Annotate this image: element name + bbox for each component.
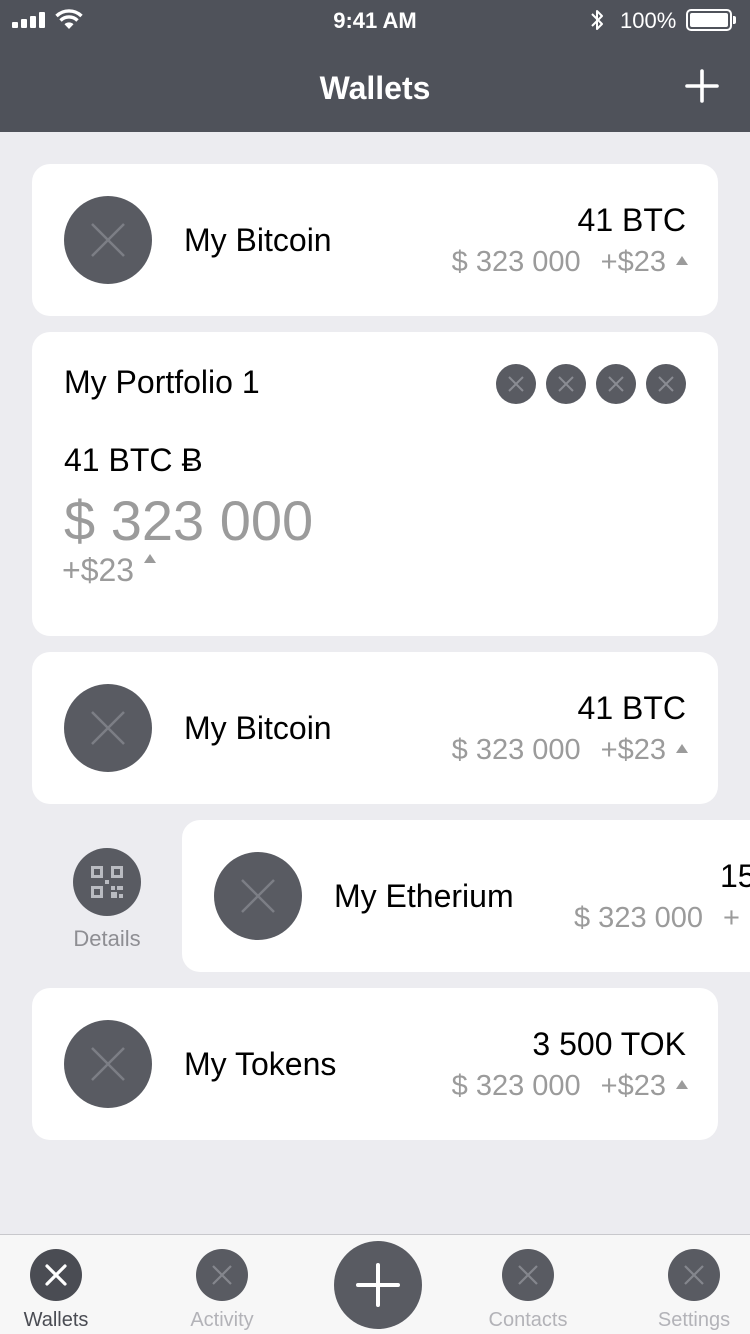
wallet-card-swiped[interactable]: My Etherium 15 $ 323 000 + (182, 820, 750, 972)
tab-contacts[interactable]: Contacts (478, 1249, 578, 1332)
wallet-card[interactable]: My Bitcoin 41 BTC $ 323 000 +$23 (32, 652, 718, 804)
asset-icon (546, 364, 586, 404)
tab-label: Contacts (488, 1309, 568, 1331)
tab-settings[interactable]: Settings (644, 1249, 744, 1332)
tab-bar: Wallets Activity Contacts Settings (0, 1234, 750, 1334)
portfolio-card[interactable]: My Portfolio 1 41 BTC Ƀ $ 323 000 +$23 (32, 332, 718, 636)
qr-code-icon[interactable] (73, 848, 141, 916)
tab-wallets[interactable]: Wallets (6, 1249, 106, 1332)
trend-up-icon (676, 1079, 688, 1089)
wallet-fiat-row: $ 323 000 +$23 (452, 246, 688, 279)
battery-percent: 100% (620, 8, 677, 33)
portfolio-fiat-total: $ 323 000 (64, 489, 314, 552)
asset-icon (646, 364, 686, 404)
wallets-tab-icon (30, 1249, 82, 1301)
wallet-change: + (723, 902, 740, 934)
wallet-name: My Tokens (184, 1046, 337, 1082)
activity-tab-icon (196, 1249, 248, 1301)
settings-tab-icon (668, 1249, 720, 1301)
wallet-name: My Bitcoin (184, 222, 332, 258)
wallet-fiat-value: $ 323 000 (574, 902, 704, 934)
wallet-amount: 15 (720, 858, 750, 894)
plus-icon (356, 1263, 400, 1307)
trend-up-icon (144, 554, 157, 564)
tab-label: Settings (657, 1309, 731, 1331)
plus-icon (685, 69, 719, 103)
wallet-change: +$23 (600, 246, 666, 278)
add-wallet-button[interactable] (684, 68, 720, 104)
wallet-card[interactable]: My Tokens 3 500 TOK $ 323 000 +$23 (32, 988, 718, 1140)
wallet-fiat-row: $ 323 000 +$23 (452, 1070, 688, 1103)
wallet-fiat-value: $ 323 000 (451, 734, 581, 766)
asset-icon (496, 364, 536, 404)
wallet-fiat-row: $ 323 000 +$23 (452, 734, 688, 767)
details-label: Details (73, 926, 141, 951)
status-bar: 9:41 AM 100% (0, 0, 750, 40)
navigation-bar: 9:41 AM 100% Wallets (0, 0, 750, 132)
wallet-name: My Etherium (334, 878, 514, 914)
wallet-amount: 41 BTC (577, 202, 686, 238)
wallet-change: +$23 (600, 1070, 666, 1102)
wallet-card[interactable]: My Bitcoin 41 BTC $ 323 000 +$23 (32, 164, 718, 316)
wallet-icon (64, 1020, 152, 1108)
contacts-tab-icon (502, 1249, 554, 1301)
wallet-amount: 3 500 TOK (532, 1026, 686, 1062)
portfolio-change: +$23 (62, 552, 135, 588)
wallet-icon (214, 852, 302, 940)
portfolio-title: My Portfolio 1 (64, 364, 260, 400)
wallet-fiat-value: $ 323 000 (451, 246, 581, 278)
add-button[interactable] (334, 1241, 422, 1329)
wallet-icon (64, 684, 152, 772)
wallet-amount: 41 BTC (577, 690, 686, 726)
wallet-fiat-value: $ 323 000 (451, 1070, 581, 1102)
battery-icon (686, 9, 736, 31)
asset-icon (596, 364, 636, 404)
page-title: Wallets (319, 70, 431, 106)
tab-activity[interactable]: Activity (172, 1249, 272, 1332)
wallet-change: +$23 (600, 734, 666, 766)
wallet-name: My Bitcoin (184, 710, 332, 746)
tab-label: Activity (190, 1309, 254, 1331)
portfolio-crypto-total: 41 BTC Ƀ (64, 442, 203, 478)
trend-up-icon (676, 743, 688, 753)
wallet-fiat-row: $ 323 000 + (574, 902, 740, 935)
details-swipe-action[interactable]: Details (62, 848, 152, 952)
wallet-icon (64, 196, 152, 284)
trend-up-icon (676, 255, 688, 265)
tab-label: Wallets (23, 1309, 89, 1331)
portfolio-change-row: +$23 (62, 552, 157, 589)
bluetooth-icon (588, 7, 606, 33)
